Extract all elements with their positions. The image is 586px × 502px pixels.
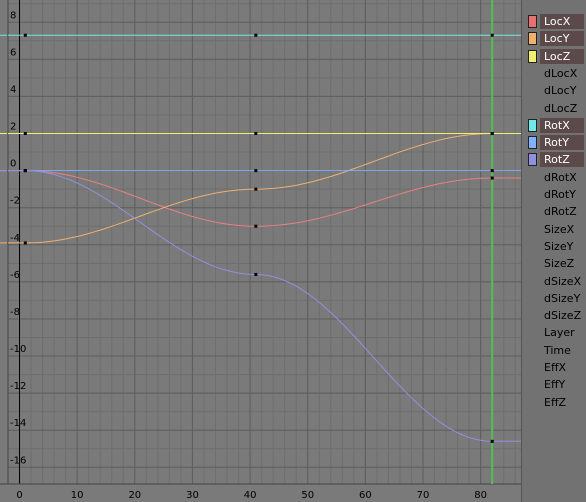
keyframe-handle xyxy=(23,169,27,173)
channel-effx[interactable]: EffX xyxy=(526,360,584,375)
y-tick-label: 2 xyxy=(10,122,16,133)
y-tick-label: -2 xyxy=(10,196,20,207)
channel-label: dSizeY xyxy=(544,291,581,305)
channel-dsizex[interactable]: dSizeX xyxy=(526,274,584,289)
channel-color-swatch[interactable] xyxy=(528,118,537,132)
channel-label: SizeX xyxy=(544,222,575,236)
x-tick-label: 50 xyxy=(301,490,314,501)
channel-list: LocX LocY LocZ dLocX dLocY dLocZ RotX RotY RotZ d… xyxy=(521,0,586,502)
channel-locz[interactable]: LocZ xyxy=(526,48,584,64)
channel-label: LocZ xyxy=(544,49,571,63)
channel-dlocy[interactable]: dLocY xyxy=(526,83,584,98)
keyframe-handle xyxy=(490,33,494,37)
y-tick-label: 8 xyxy=(10,10,16,21)
y-tick-label: -14 xyxy=(10,418,26,429)
y-tick-label: -8 xyxy=(10,307,20,318)
ipo-curve-editor[interactable]: 8 6 4 2 0 -2 -4 -6 -8 -10 -12 -14 -16 0 10 20 30 40 50 60 70… xyxy=(0,0,586,502)
keyframe-handle xyxy=(254,132,258,136)
channel-dlocx[interactable]: dLocX xyxy=(526,66,584,81)
keyframe-handle xyxy=(490,439,494,443)
channel-locx[interactable]: LocX xyxy=(526,14,584,29)
plot-background xyxy=(0,0,521,502)
keyframe-handle xyxy=(254,224,258,228)
keyframe-handle xyxy=(490,132,494,136)
channel-label: dLocZ xyxy=(544,101,578,115)
y-tick-label: -10 xyxy=(10,344,26,355)
x-tick-label: 20 xyxy=(128,490,141,501)
channel-effy[interactable]: EffY xyxy=(526,377,584,392)
channel-label: SizeZ xyxy=(544,257,575,271)
y-ruler xyxy=(0,0,8,484)
channel-color-swatch[interactable] xyxy=(528,136,537,150)
x-tick-label: 80 xyxy=(474,490,487,501)
keyframe-handle xyxy=(254,33,258,37)
y-tick-label: -6 xyxy=(10,270,20,281)
keyframe-handle xyxy=(490,176,494,180)
y-tick-label: -4 xyxy=(10,233,20,244)
channel-label: Layer xyxy=(544,326,575,340)
channel-roty[interactable]: RotY xyxy=(526,135,584,151)
channel-drotz[interactable]: dRotZ xyxy=(526,204,584,219)
channel-label: dRotX xyxy=(544,170,577,184)
channel-time[interactable]: Time xyxy=(526,343,584,358)
channel-dsizey[interactable]: dSizeY xyxy=(526,291,584,306)
channel-color-swatch[interactable] xyxy=(528,15,537,28)
channel-label: dRotZ xyxy=(544,205,577,219)
y-tick-label: -16 xyxy=(10,455,26,466)
channel-rotx[interactable]: RotX xyxy=(526,117,584,133)
channel-label: RotX xyxy=(544,118,570,132)
keyframe-handle xyxy=(254,169,258,173)
channel-label: LocX xyxy=(544,15,571,28)
channel-layer[interactable]: Layer xyxy=(526,325,584,340)
channel-color-swatch[interactable] xyxy=(528,32,537,46)
x-tick-label: 0 xyxy=(16,490,22,501)
channel-droty[interactable]: dRotY xyxy=(526,187,584,202)
channel-sizex[interactable]: SizeX xyxy=(526,222,584,237)
y-tick-label: 6 xyxy=(10,47,16,58)
keyframe-handle xyxy=(254,187,258,191)
keyframe-handle xyxy=(254,272,258,276)
x-tick-label: 40 xyxy=(244,490,257,501)
channel-label: dLocY xyxy=(544,84,577,98)
channel-label: EffZ xyxy=(544,395,567,409)
channel-label: SizeY xyxy=(544,239,574,253)
keyframe-handle xyxy=(23,132,27,136)
channel-label: Time xyxy=(544,343,571,357)
x-tick-label: 10 xyxy=(71,490,84,501)
channel-label: dSizeZ xyxy=(544,309,582,323)
channel-label: RotZ xyxy=(544,153,570,167)
channel-label: dLocX xyxy=(544,66,578,80)
y-tick-label: -12 xyxy=(10,381,26,392)
x-tick-label: 70 xyxy=(417,490,430,501)
channel-color-swatch[interactable] xyxy=(528,49,537,63)
curve-canvas[interactable]: 86420-2-4-6-8-10-12-14-160 10 20 30 40 50 60 70… xyxy=(0,0,521,502)
channel-label: LocY xyxy=(544,32,570,46)
channel-label: dRotY xyxy=(544,188,576,201)
channel-sizey[interactable]: SizeY xyxy=(526,239,584,254)
y-tick-label: 0 xyxy=(10,159,16,170)
channel-locy[interactable]: LocY xyxy=(526,31,584,47)
channel-label: EffY xyxy=(544,378,566,392)
channel-color-swatch[interactable] xyxy=(528,153,537,167)
channel-rotz[interactable]: RotZ xyxy=(526,152,584,168)
channel-label: RotY xyxy=(544,136,569,150)
keyframe-handle xyxy=(23,33,27,37)
channel-effz[interactable]: EffZ xyxy=(526,395,584,410)
grid xyxy=(0,0,521,502)
channel-dsizez[interactable]: dSizeZ xyxy=(526,308,584,323)
channel-sizez[interactable]: SizeZ xyxy=(526,256,584,271)
x-tick-label: 30 xyxy=(186,490,199,501)
channel-label: dSizeX xyxy=(544,274,582,288)
channel-drotx[interactable]: dRotX xyxy=(526,170,584,185)
keyframe-handle xyxy=(490,169,494,173)
channel-label: EffX xyxy=(544,361,567,374)
y-tick-label: 4 xyxy=(10,84,16,95)
keyframe-handle xyxy=(23,241,27,245)
channel-dlocz[interactable]: dLocZ xyxy=(526,101,584,116)
x-tick-label: 60 xyxy=(359,490,372,501)
